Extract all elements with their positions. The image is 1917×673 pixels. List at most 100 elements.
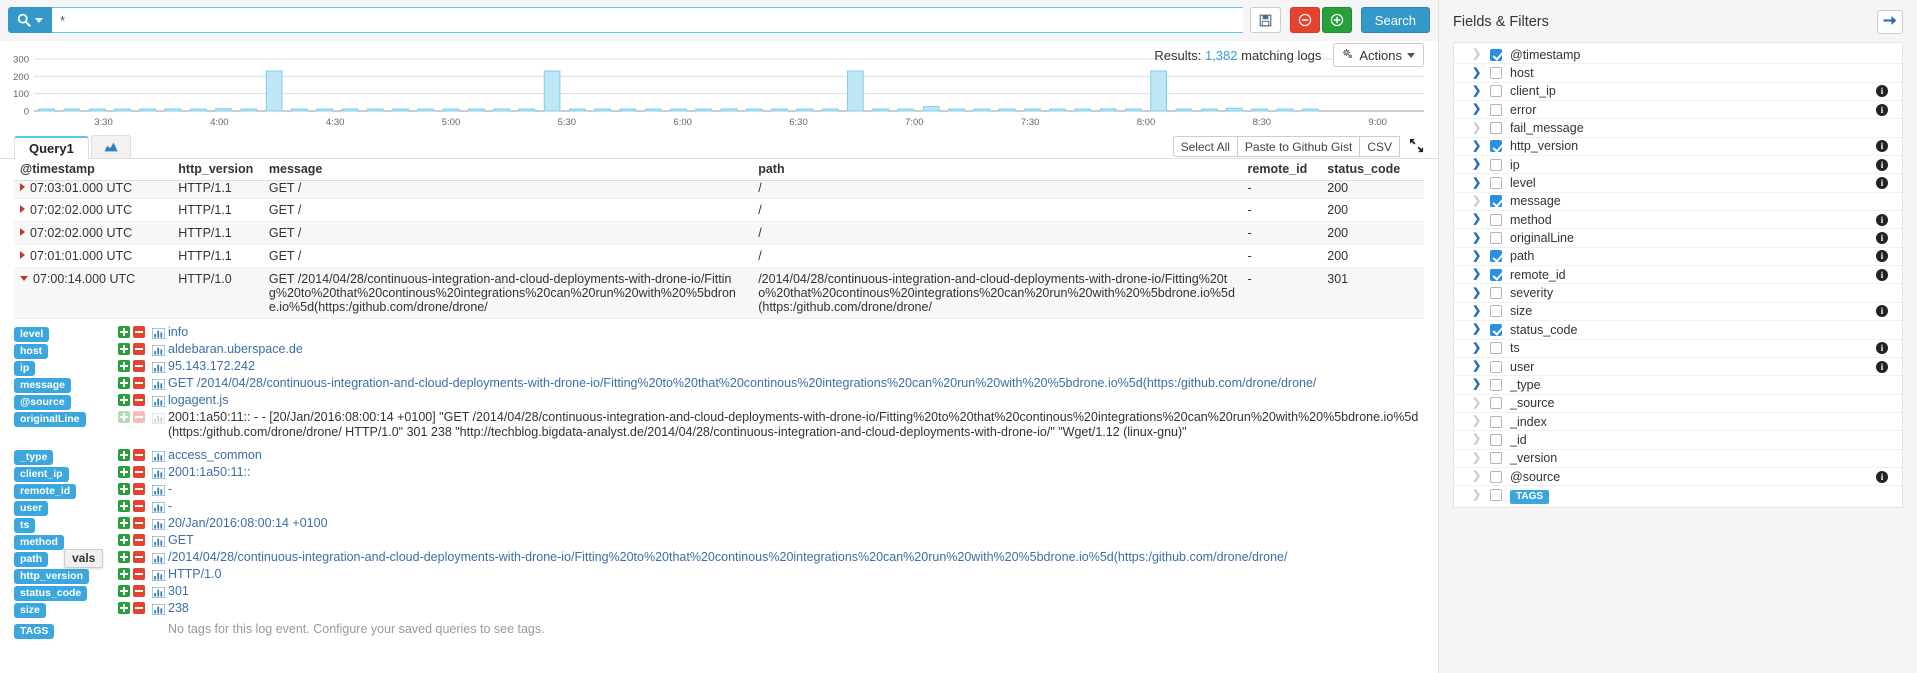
col-header-message[interactable]: message <box>262 159 753 181</box>
field-checkbox[interactable] <box>1490 452 1502 465</box>
csv-button[interactable]: CSV <box>1359 136 1400 157</box>
field-row-host[interactable]: ❯ host <box>1454 64 1902 83</box>
tab-query1[interactable]: Query1 <box>14 136 89 159</box>
field-badge-path[interactable]: path <box>14 552 49 568</box>
field-checkbox[interactable] <box>1490 360 1502 373</box>
exclude-filter-icon[interactable] <box>133 449 145 462</box>
chevron-right-icon[interactable]: ❯ <box>1472 85 1483 97</box>
chevron-right-icon[interactable]: ❯ <box>1472 122 1483 134</box>
table-row[interactable]: 07:01:01.000 UTC HTTP/1.1 GET / / -200 <box>14 244 1424 268</box>
chevron-right-icon[interactable]: ❯ <box>1472 67 1483 79</box>
field-badge-type[interactable]: _type <box>14 450 54 466</box>
field-checkbox[interactable] <box>1490 232 1502 245</box>
field-row-id[interactable]: ❯ _id <box>1454 431 1902 450</box>
field-checkbox[interactable] <box>1490 470 1502 483</box>
exclude-filter-icon[interactable] <box>133 602 145 615</box>
chevron-right-icon[interactable]: ❯ <box>1472 434 1483 445</box>
exclude-filter-icon[interactable] <box>133 411 145 423</box>
remove-query-button[interactable] <box>1289 7 1320 33</box>
search-button[interactable]: Search <box>1360 7 1430 33</box>
info-icon[interactable]: i <box>1876 140 1888 153</box>
field-badge-remoteid[interactable]: remote_id <box>14 484 77 500</box>
search-type-dropdown[interactable] <box>8 7 52 33</box>
field-checkbox[interactable] <box>1490 85 1502 98</box>
info-icon[interactable]: i <box>1876 250 1888 263</box>
bar-chart-icon[interactable] <box>151 586 166 599</box>
actions-dropdown[interactable]: Actions <box>1333 43 1424 67</box>
add-filter-icon[interactable] <box>118 394 130 406</box>
field-checkbox[interactable] <box>1490 323 1502 336</box>
exclude-filter-icon[interactable] <box>133 500 145 513</box>
info-icon[interactable]: i <box>1876 177 1888 190</box>
field-checkbox[interactable] <box>1490 103 1502 116</box>
field-checkbox[interactable] <box>1490 140 1502 153</box>
field-checkbox[interactable] <box>1490 415 1502 428</box>
bar-chart-icon[interactable] <box>151 378 166 390</box>
exclude-filter-icon[interactable] <box>133 343 145 355</box>
field-checkbox[interactable] <box>1490 287 1502 300</box>
bar-chart-icon[interactable] <box>151 412 166 424</box>
add-filter-icon[interactable] <box>118 500 130 513</box>
add-filter-icon[interactable] <box>118 449 130 462</box>
exclude-filter-icon[interactable] <box>133 568 145 581</box>
add-filter-icon[interactable] <box>118 360 130 372</box>
search-input[interactable] <box>52 7 1243 33</box>
expand-row-icon[interactable] <box>20 228 25 236</box>
chevron-right-icon[interactable]: ❯ <box>1472 49 1483 60</box>
chevron-right-icon[interactable]: ❯ <box>1472 361 1483 372</box>
field-checkbox[interactable] <box>1490 305 1502 318</box>
info-icon[interactable]: i <box>1876 103 1888 116</box>
info-icon[interactable]: i <box>1876 213 1888 226</box>
bar-chart-icon[interactable] <box>151 467 166 480</box>
exclude-filter-icon[interactable] <box>133 483 145 496</box>
add-filter-icon[interactable] <box>118 343 130 355</box>
field-row-method[interactable]: ❯ method i <box>1454 211 1902 230</box>
exclude-filter-icon[interactable] <box>133 360 145 372</box>
chevron-right-icon[interactable]: ❯ <box>1472 397 1483 409</box>
table-row[interactable]: 07:00:14.000 UTC HTTP/1.0 GET /2014/04/28/… <box>14 267 1424 319</box>
exclude-filter-icon[interactable] <box>133 466 145 479</box>
info-icon[interactable]: i <box>1876 305 1888 318</box>
exclude-filter-icon[interactable] <box>133 534 145 547</box>
field-checkbox[interactable] <box>1490 250 1502 263</box>
chevron-right-icon[interactable]: ❯ <box>1472 214 1483 225</box>
add-filter-icon[interactable] <box>118 411 130 423</box>
paste-github-gist-button[interactable]: Paste to Github Gist <box>1236 136 1361 157</box>
expand-row-icon[interactable] <box>20 205 25 213</box>
add-filter-icon[interactable] <box>118 602 130 615</box>
field-row-error[interactable]: ❯ error i <box>1454 101 1902 120</box>
info-icon[interactable]: i <box>1876 342 1888 355</box>
exclude-filter-icon[interactable] <box>133 551 145 564</box>
info-icon[interactable]: i <box>1876 85 1888 98</box>
field-row-size[interactable]: ❯ size i <box>1454 303 1902 322</box>
add-filter-icon[interactable] <box>118 377 130 389</box>
col-header-status-code[interactable]: status_code <box>1321 159 1424 181</box>
field-checkbox[interactable] <box>1490 268 1502 281</box>
field-badge-statuscode[interactable]: status_code <box>14 586 88 602</box>
info-icon[interactable]: i <box>1876 470 1888 483</box>
field-row-path[interactable]: ❯ path i <box>1454 248 1902 267</box>
field-badge-source[interactable]: @source <box>14 395 71 410</box>
field-row-version[interactable]: ❯ _version <box>1454 450 1902 468</box>
field-badge-originalLine[interactable]: originalLine <box>14 412 86 427</box>
field-row-remoteid[interactable]: ❯ remote_id i <box>1454 266 1902 285</box>
info-icon[interactable]: i <box>1876 232 1888 245</box>
chevron-right-icon[interactable]: ❯ <box>1472 269 1483 280</box>
field-row-index[interactable]: ❯ _index <box>1454 413 1902 432</box>
add-filter-icon[interactable] <box>118 585 130 598</box>
exclude-filter-icon[interactable] <box>133 377 145 389</box>
bar-chart-icon[interactable] <box>151 569 166 582</box>
chevron-right-icon[interactable]: ❯ <box>1472 195 1483 207</box>
field-checkbox[interactable] <box>1490 67 1502 80</box>
field-checkbox[interactable] <box>1490 213 1502 226</box>
field-badge-tags[interactable]: TAGS <box>14 624 55 640</box>
bar-chart-icon[interactable] <box>151 552 166 565</box>
exclude-filter-icon[interactable] <box>133 326 145 338</box>
chevron-right-icon[interactable]: ❯ <box>1472 324 1483 335</box>
info-icon[interactable]: i <box>1876 360 1888 373</box>
col-header-path[interactable]: path <box>752 159 1242 181</box>
bar-chart-icon[interactable] <box>151 344 166 356</box>
exclude-filter-icon[interactable] <box>133 517 145 530</box>
chevron-right-icon[interactable]: ❯ <box>1472 287 1483 299</box>
exclude-filter-icon[interactable] <box>133 394 145 406</box>
